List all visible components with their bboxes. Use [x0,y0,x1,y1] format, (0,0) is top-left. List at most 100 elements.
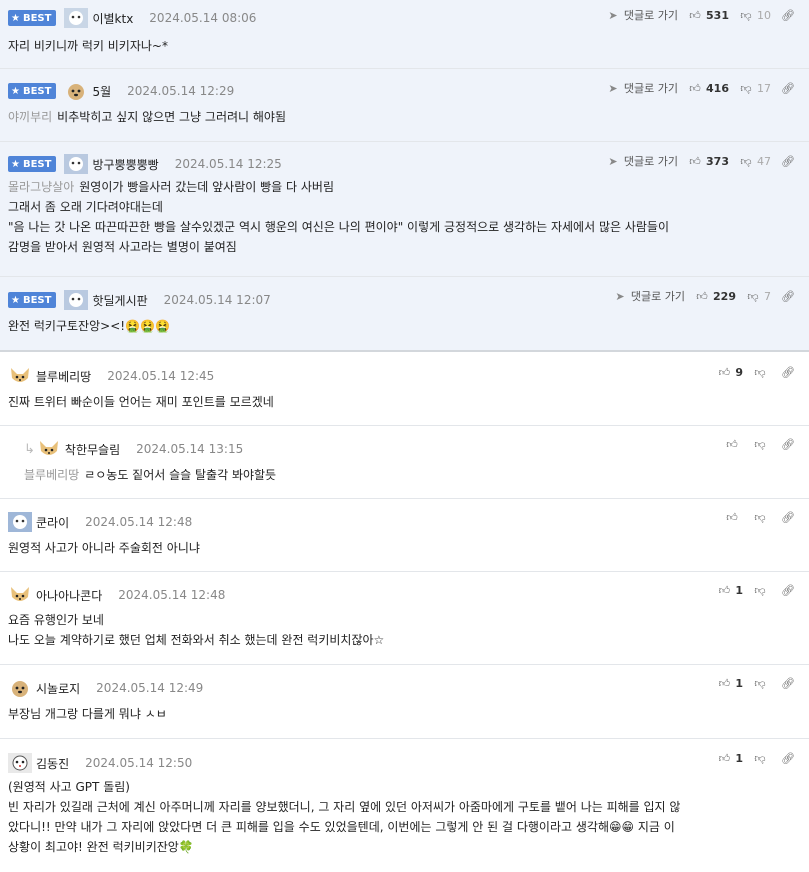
thumb-down-icon: 👎︎ [754,366,766,379]
share-link-button[interactable]: 🔗︎ [781,9,799,22]
downvote-button[interactable]: 👎︎ 17 [739,82,771,95]
goto-comment-button[interactable]: ➤ 댓글로 가기 [606,153,678,169]
best-badge: ★ BEST [8,156,57,172]
share-link-button[interactable]: 🔗︎ [781,584,799,597]
downvote-button[interactable]: 👎︎ 10 [739,9,771,22]
downvote-button[interactable]: 👎︎ 7 [746,290,771,303]
thumb-down-icon: 👎︎ [754,752,766,765]
comment: 블루베리땅 2024.05.14 12:45 👍︎ 9 👎︎ 🔗︎ 진짜 트위터 … [0,352,809,426]
avatar[interactable] [64,81,88,101]
quoted-user[interactable]: 몰라그냥살아 [8,180,74,194]
thumb-down-icon: 👎︎ [740,81,752,95]
thumb-down-icon: 👎︎ [747,289,759,303]
quoted-user[interactable]: 야끼부리 [8,110,52,124]
link-icon: 🔗︎ [781,438,795,451]
comment-body: 야끼부리 비추박히고 싶지 않으면 그냥 그러려니 해야됨 [8,110,287,124]
thumb-up-icon: 👍︎ [718,366,731,379]
goto-comment-button[interactable]: ➤ 댓글로 가기 [613,288,685,304]
comment-body: 요즘 유행인가 보네 나도 오늘 계약하기로 했던 업체 전화와서 취소 했는데… [8,613,385,647]
downvote-button[interactable]: 👎︎ [753,752,771,765]
comment-date: 2024.05.14 12:25 [174,157,282,171]
share-link-button[interactable]: 🔗︎ [781,677,799,690]
share-link-button[interactable]: 🔗︎ [781,438,799,451]
comment: 시놀로지 2024.05.14 12:49 👍︎ 1 👎︎ 🔗︎ 부장님 개그랑 … [0,665,809,739]
upvote-button[interactable]: 👍︎ 1 [717,677,743,690]
star-icon: ★ [11,85,20,97]
comment-body: 원영적 사고가 아니라 주술회전 아니냐 [8,541,200,555]
username[interactable]: 시놀로지 [36,680,80,697]
share-link-button[interactable]: 🔗︎ [781,366,799,379]
downvote-button[interactable]: 👎︎ [753,584,771,597]
arrow-icon: ➤ [615,289,625,303]
comment-date: 2024.05.14 12:29 [127,84,235,98]
comment-date: 2024.05.14 12:49 [96,681,204,695]
link-icon: 🔗︎ [781,8,795,22]
comment-body: 진짜 트위터 빠순이들 언어는 재미 포인트를 모르겠네 [8,395,274,409]
best-comment: ★ BEST 이별ktx 2024.05.14 08:06 ➤ 댓글로 가기 👍︎ 5… [0,0,809,69]
avatar[interactable] [64,154,89,174]
link-icon: 🔗︎ [781,677,795,690]
username[interactable]: 김동진 [36,755,69,772]
upvote-button[interactable]: 👍︎ 531 [688,9,729,22]
upvote-button[interactable]: 👍︎ 1 [717,752,743,765]
username[interactable]: 블루베리땅 [36,368,91,385]
username[interactable]: 방구뿡뿡뿡빵 [92,156,158,173]
link-icon: 🔗︎ [781,584,795,597]
thumb-up-icon: 👍︎ [696,289,708,303]
goto-comment-button[interactable]: ➤ 댓글로 가기 [606,80,678,96]
avatar[interactable] [8,512,32,532]
comment-date: 2024.05.14 08:06 [149,11,257,25]
avatar[interactable] [64,290,89,310]
share-link-button[interactable]: 🔗︎ [781,290,799,303]
thumb-up-icon: 👍︎ [689,154,701,168]
arrow-icon: ➤ [608,81,618,95]
upvote-button[interactable]: 👍︎ 416 [688,82,729,95]
username[interactable]: 핫딜게시판 [92,292,147,309]
thumb-down-icon: 👎︎ [754,438,766,451]
comment-date: 2024.05.14 12:48 [118,588,226,602]
downvote-button[interactable]: 👎︎ [753,366,771,379]
comment-date: 2024.05.14 12:48 [85,515,193,529]
downvote-button[interactable]: 👎︎ 47 [739,155,771,168]
reply-arrow-icon: ↳ [24,441,35,457]
avatar[interactable] [8,366,32,386]
thumb-down-icon: 👎︎ [754,511,766,524]
username[interactable]: 아나아나콘다 [36,587,102,604]
username[interactable]: 착한무슬림 [65,441,120,458]
downvote-button[interactable]: 👎︎ [753,438,771,451]
share-link-button[interactable]: 🔗︎ [781,511,799,524]
goto-comment-button[interactable]: ➤ 댓글로 가기 [606,7,678,23]
best-badge: ★ BEST [8,292,57,308]
comment-body: (원영적 사고 GPT 돌림) 빈 자리가 있길래 근처에 계신 아주머니께 자… [8,780,681,854]
upvote-button[interactable]: 👍︎ 373 [688,155,729,168]
upvote-button[interactable]: 👍︎ [725,511,743,524]
comment-body: 몰라그냥살아 원영이가 빵을사러 갔는데 앞사람이 빵을 다 사버림 그래서 좀 … [8,180,670,254]
link-icon: 🔗︎ [781,752,795,765]
comment-body: 완전 럭키구토잔앙><!🤮🤮🤮 [8,319,170,333]
thumb-up-icon: 👍︎ [689,81,701,95]
username[interactable]: 쿤라이 [36,514,69,531]
avatar[interactable] [8,678,32,698]
star-icon: ★ [11,294,20,306]
comment: 김동진 2024.05.14 12:50 👍︎ 1 👎︎ 🔗︎ (원영적 사고 G… [0,739,809,872]
downvote-button[interactable]: 👎︎ [753,511,771,524]
upvote-button[interactable]: 👍︎ 229 [695,290,736,303]
avatar[interactable] [64,8,89,28]
username[interactable]: 이별ktx [92,10,133,27]
upvote-button[interactable]: 👍︎ 1 [717,584,743,597]
avatar[interactable] [8,585,32,605]
avatar[interactable] [37,439,61,459]
thumb-down-icon: 👎︎ [754,584,766,597]
upvote-button[interactable]: 👍︎ 9 [717,366,743,379]
avatar[interactable] [8,753,32,773]
downvote-button[interactable]: 👎︎ [753,677,771,690]
best-comment: ★ BEST 5월 2024.05.14 12:29 ➤ 댓글로 가기 👍︎ 416 … [0,69,809,142]
best-comment: ★ BEST 방구뿡뿡뿡빵 2024.05.14 12:25 ➤ 댓글로 가기 👍︎… [0,142,809,277]
quoted-user[interactable]: 블루베리땅 [24,468,79,482]
best-badge: ★ BEST [8,10,57,26]
share-link-button[interactable]: 🔗︎ [781,752,799,765]
share-link-button[interactable]: 🔗︎ [781,155,799,168]
upvote-button[interactable]: 👍︎ [725,438,743,451]
share-link-button[interactable]: 🔗︎ [781,82,799,95]
username[interactable]: 5월 [92,83,111,100]
